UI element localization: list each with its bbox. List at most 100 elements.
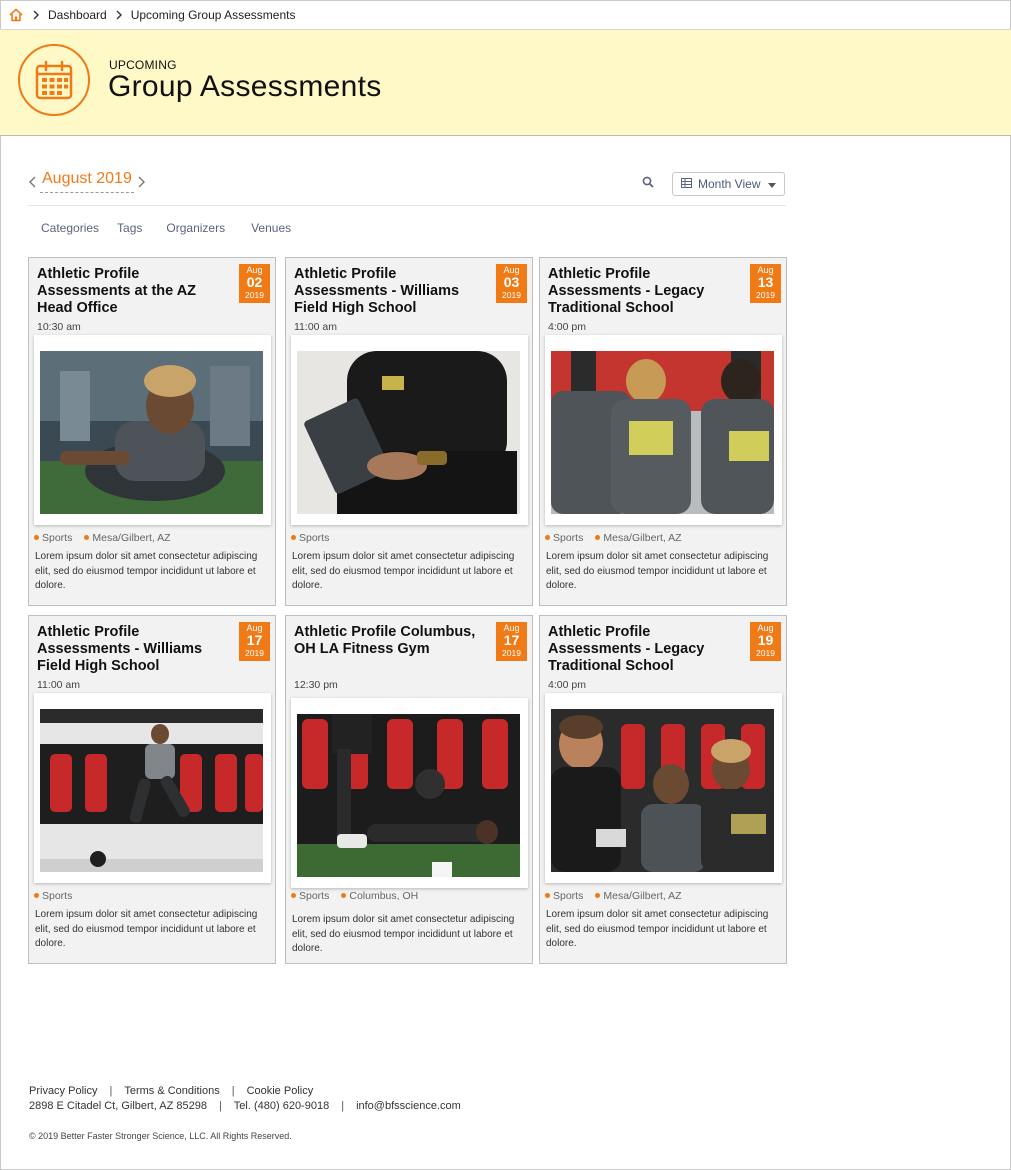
date-badge: Aug 17 2019 bbox=[496, 622, 527, 661]
date-day: 17 bbox=[503, 632, 520, 648]
event-photo-frame[interactable] bbox=[291, 698, 528, 888]
grid-icon bbox=[681, 177, 692, 191]
date-badge: Aug 03 2019 bbox=[496, 264, 527, 303]
previous-month-icon[interactable] bbox=[28, 175, 38, 189]
event-card[interactable]: Athletic Profile Assessments - Williams … bbox=[285, 257, 533, 606]
footer-phone[interactable]: Tel. (480) 620-9018 bbox=[234, 1100, 329, 1112]
date-day: 19 bbox=[757, 632, 774, 648]
event-time: 4:00 pm bbox=[548, 679, 586, 691]
event-description: Lorem ipsum dolor sit amet consectetur a… bbox=[292, 914, 515, 954]
separator: | bbox=[109, 1084, 113, 1097]
event-photo-frame[interactable] bbox=[545, 335, 782, 525]
calendar-toolbar: August 2019 Month View bbox=[28, 166, 786, 206]
event-description: Lorem ipsum dolor sit amet consectetur a… bbox=[292, 551, 515, 591]
filter-bar: Categories Tags Organizers Venues bbox=[41, 221, 291, 235]
event-photo-athlete-jumping bbox=[40, 709, 263, 872]
view-selector[interactable]: Month View bbox=[672, 172, 785, 196]
tag-category[interactable]: Sports bbox=[545, 532, 583, 544]
date-year: 2019 bbox=[502, 648, 521, 658]
event-title[interactable]: Athletic Profile Assessments - Legacy Tr… bbox=[548, 266, 738, 317]
filter-venues[interactable]: Venues bbox=[251, 221, 291, 235]
filter-tags[interactable]: Tags bbox=[117, 221, 142, 235]
date-year: 2019 bbox=[245, 290, 264, 300]
date-badge: Aug 13 2019 bbox=[750, 264, 781, 303]
caret-down-icon bbox=[768, 177, 776, 191]
event-title[interactable]: Athletic Profile Assessments at the AZ H… bbox=[37, 266, 227, 317]
page-header: UPCOMING Group Assessments bbox=[0, 30, 1011, 136]
event-photo-kids-shirts bbox=[551, 351, 774, 514]
chevron-right-icon bbox=[115, 10, 123, 20]
event-time: 11:00 am bbox=[294, 321, 337, 333]
cookie-policy-link[interactable]: Cookie Policy bbox=[247, 1085, 314, 1097]
home-icon[interactable] bbox=[8, 7, 24, 23]
tag-category[interactable]: Sports bbox=[34, 890, 72, 902]
tag-category[interactable]: Sports bbox=[291, 532, 329, 544]
separator: | bbox=[231, 1084, 235, 1097]
footer-links: Privacy Policy | Terms & Conditions | Co… bbox=[29, 1083, 461, 1098]
month-navigation: August 2019 bbox=[28, 170, 146, 193]
filter-categories[interactable]: Categories bbox=[41, 221, 99, 235]
date-day: 02 bbox=[246, 274, 263, 290]
event-time: 12:30 pm bbox=[294, 679, 338, 691]
event-tags: Sports Mesa/Gilbert, AZ bbox=[545, 890, 682, 902]
next-month-icon[interactable] bbox=[136, 175, 146, 189]
event-photo-frame[interactable] bbox=[291, 335, 528, 525]
view-selector-label: Month View bbox=[698, 177, 761, 191]
event-card[interactable]: Athletic Profile Assessments - Legacy Tr… bbox=[539, 615, 787, 964]
event-tags: Sports Mesa/Gilbert, AZ bbox=[34, 532, 171, 544]
filter-organizers[interactable]: Organizers bbox=[166, 221, 225, 235]
event-description: Lorem ipsum dolor sit amet consectetur a… bbox=[546, 551, 769, 591]
tag-category[interactable]: Sports bbox=[291, 890, 329, 902]
breadcrumb-current: Upcoming Group Assessments bbox=[130, 7, 296, 22]
footer-address: 2898 E Citadel Ct, Gilbert, AZ 85298 bbox=[29, 1099, 207, 1112]
date-year: 2019 bbox=[502, 290, 521, 300]
footer-email[interactable]: info@bfsscience.com bbox=[356, 1100, 461, 1112]
event-tags: Sports Mesa/Gilbert, AZ bbox=[545, 532, 682, 544]
tag-location[interactable]: Mesa/Gilbert, AZ bbox=[595, 532, 681, 544]
date-year: 2019 bbox=[245, 648, 264, 658]
tag-location[interactable]: Columbus, OH bbox=[341, 890, 418, 902]
event-title[interactable]: Athletic Profile Assessments - Legacy Tr… bbox=[548, 624, 738, 675]
event-card[interactable]: Athletic Profile Assessments at the AZ H… bbox=[28, 257, 276, 606]
event-card[interactable]: Athletic Profile Columbus, OH LA Fitness… bbox=[285, 615, 533, 964]
event-tags: Sports Columbus, OH bbox=[291, 890, 418, 902]
event-time: 4:00 pm bbox=[548, 321, 586, 333]
separator: | bbox=[341, 1099, 345, 1112]
event-time: 11:00 am bbox=[37, 679, 80, 691]
separator: | bbox=[218, 1099, 222, 1112]
month-picker[interactable]: August 2019 bbox=[40, 170, 134, 193]
event-tags: Sports bbox=[34, 890, 72, 902]
event-description: Lorem ipsum dolor sit amet consectetur a… bbox=[35, 551, 258, 591]
breadcrumb-dashboard-link[interactable]: Dashboard bbox=[48, 8, 107, 22]
event-time: 10:30 am bbox=[37, 321, 81, 333]
event-photo-medicine-ball bbox=[297, 714, 520, 877]
calendar-icon bbox=[18, 44, 90, 116]
event-photo-athletes-reviewing bbox=[551, 709, 774, 872]
footer-copyright: © 2019 Better Faster Stronger Science, L… bbox=[29, 1131, 292, 1141]
page-footer: Privacy Policy | Terms & Conditions | Co… bbox=[29, 1083, 461, 1142]
footer-contact: 2898 E Citadel Ct, Gilbert, AZ 85298 | T… bbox=[29, 1098, 461, 1113]
event-title[interactable]: Athletic Profile Assessments - Williams … bbox=[294, 266, 484, 317]
event-photo-frame[interactable] bbox=[545, 693, 782, 883]
date-badge: Aug 17 2019 bbox=[239, 622, 270, 661]
privacy-policy-link[interactable]: Privacy Policy bbox=[29, 1085, 97, 1097]
event-card[interactable]: Athletic Profile Assessments - Williams … bbox=[28, 615, 276, 964]
tag-category[interactable]: Sports bbox=[545, 890, 583, 902]
date-year: 2019 bbox=[756, 648, 775, 658]
event-tags: Sports bbox=[291, 532, 329, 544]
chevron-right-icon bbox=[32, 10, 40, 20]
event-title[interactable]: Athletic Profile Assessments - Williams … bbox=[37, 624, 227, 675]
event-photo-frame[interactable] bbox=[34, 693, 271, 883]
event-photo-athlete-crouching bbox=[40, 351, 263, 514]
date-badge: Aug 02 2019 bbox=[239, 264, 270, 303]
breadcrumb: Dashboard Upcoming Group Assessments bbox=[0, 0, 1011, 30]
event-title[interactable]: Athletic Profile Columbus, OH LA Fitness… bbox=[294, 624, 484, 658]
tag-category[interactable]: Sports bbox=[34, 532, 72, 544]
tag-location[interactable]: Mesa/Gilbert, AZ bbox=[595, 890, 681, 902]
event-photo-frame[interactable] bbox=[34, 335, 271, 525]
terms-link[interactable]: Terms & Conditions bbox=[124, 1085, 219, 1097]
search-icon[interactable] bbox=[642, 176, 654, 188]
tag-location[interactable]: Mesa/Gilbert, AZ bbox=[84, 532, 170, 544]
event-card[interactable]: Athletic Profile Assessments - Legacy Tr… bbox=[539, 257, 787, 606]
date-day: 03 bbox=[503, 274, 520, 290]
